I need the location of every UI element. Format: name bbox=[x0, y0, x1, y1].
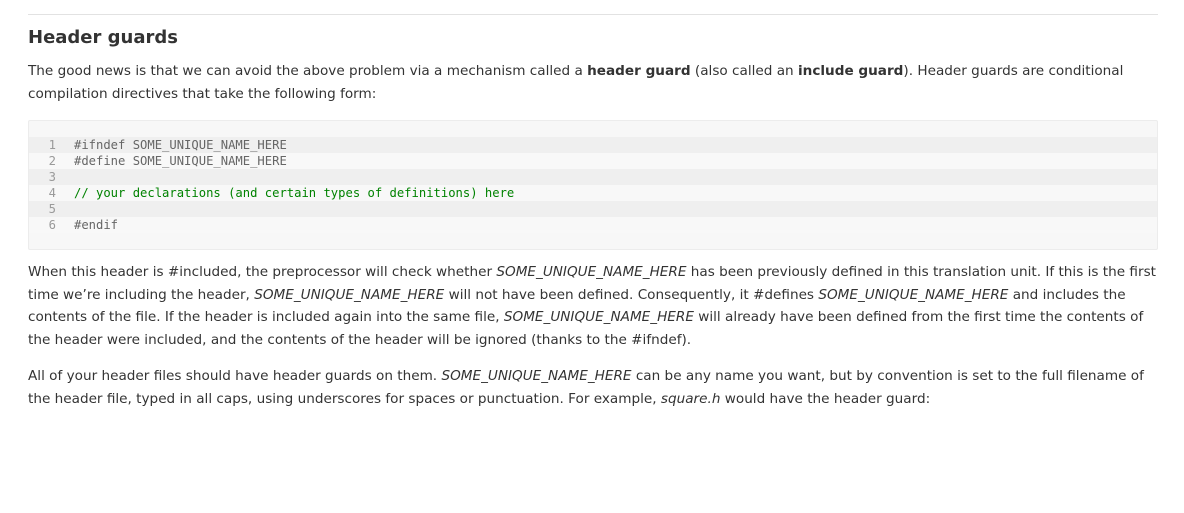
macro-name: SOME_UNIQUE_NAME_HERE bbox=[254, 286, 445, 303]
file-name: square.h bbox=[660, 390, 721, 407]
term-include-guard: include guard bbox=[797, 63, 904, 79]
section-heading: Header guards bbox=[28, 27, 178, 48]
term-header-guard: header guard bbox=[587, 63, 691, 79]
section-divider bbox=[28, 14, 1158, 15]
line-number: 3 bbox=[48, 170, 56, 184]
line-number: 5 bbox=[48, 202, 56, 216]
text-run: When this header is #included, the prepr… bbox=[28, 264, 497, 280]
code-line: 1 #ifndef SOME_UNIQUE_NAME_HERE bbox=[29, 137, 1157, 153]
text-run: would have the header guard: bbox=[720, 390, 931, 407]
intro-paragraph: The good news is that we can avoid the a… bbox=[28, 60, 1158, 105]
code-text: // your declarations (and certain types … bbox=[74, 186, 515, 200]
code-text: #define SOME_UNIQUE_NAME_HERE bbox=[74, 154, 287, 168]
code-line: 4 // your declarations (and certain types… bbox=[29, 185, 1157, 201]
code-line: 6 #endif bbox=[29, 217, 1157, 233]
code-line: 5 bbox=[29, 201, 1157, 217]
text-run: (also called an bbox=[690, 63, 798, 79]
code-text: #ifndef SOME_UNIQUE_NAME_HERE bbox=[74, 138, 287, 152]
macro-name: SOME_UNIQUE_NAME_HERE bbox=[496, 264, 687, 280]
code-block: 1 #ifndef SOME_UNIQUE_NAME_HERE 2 #define S… bbox=[28, 120, 1158, 250]
macro-name: SOME_UNIQUE_NAME_HERE bbox=[441, 368, 632, 384]
code-line: 3 bbox=[29, 169, 1157, 185]
code-text: #endif bbox=[74, 218, 119, 232]
explanation-paragraph: When this header is #included, the prepr… bbox=[28, 261, 1158, 351]
convention-paragraph: All of your header files should have hea… bbox=[28, 365, 1158, 410]
line-number: 6 bbox=[48, 218, 56, 232]
macro-name: SOME_UNIQUE_NAME_HERE bbox=[503, 309, 694, 325]
text-run: The good news is that we can avoid the a… bbox=[28, 63, 588, 79]
line-number: 4 bbox=[48, 186, 56, 200]
code-line: 2 #define SOME_UNIQUE_NAME_HERE bbox=[29, 153, 1157, 169]
line-number: 1 bbox=[48, 138, 56, 152]
line-number: 2 bbox=[48, 154, 56, 168]
text-run: will not have been defined. Consequently… bbox=[444, 286, 819, 303]
macro-name: SOME_UNIQUE_NAME_HERE bbox=[818, 286, 1009, 303]
code-lines: 1 #ifndef SOME_UNIQUE_NAME_HERE 2 #define S… bbox=[29, 137, 1157, 233]
text-run: All of your header files should have hea… bbox=[28, 368, 442, 384]
